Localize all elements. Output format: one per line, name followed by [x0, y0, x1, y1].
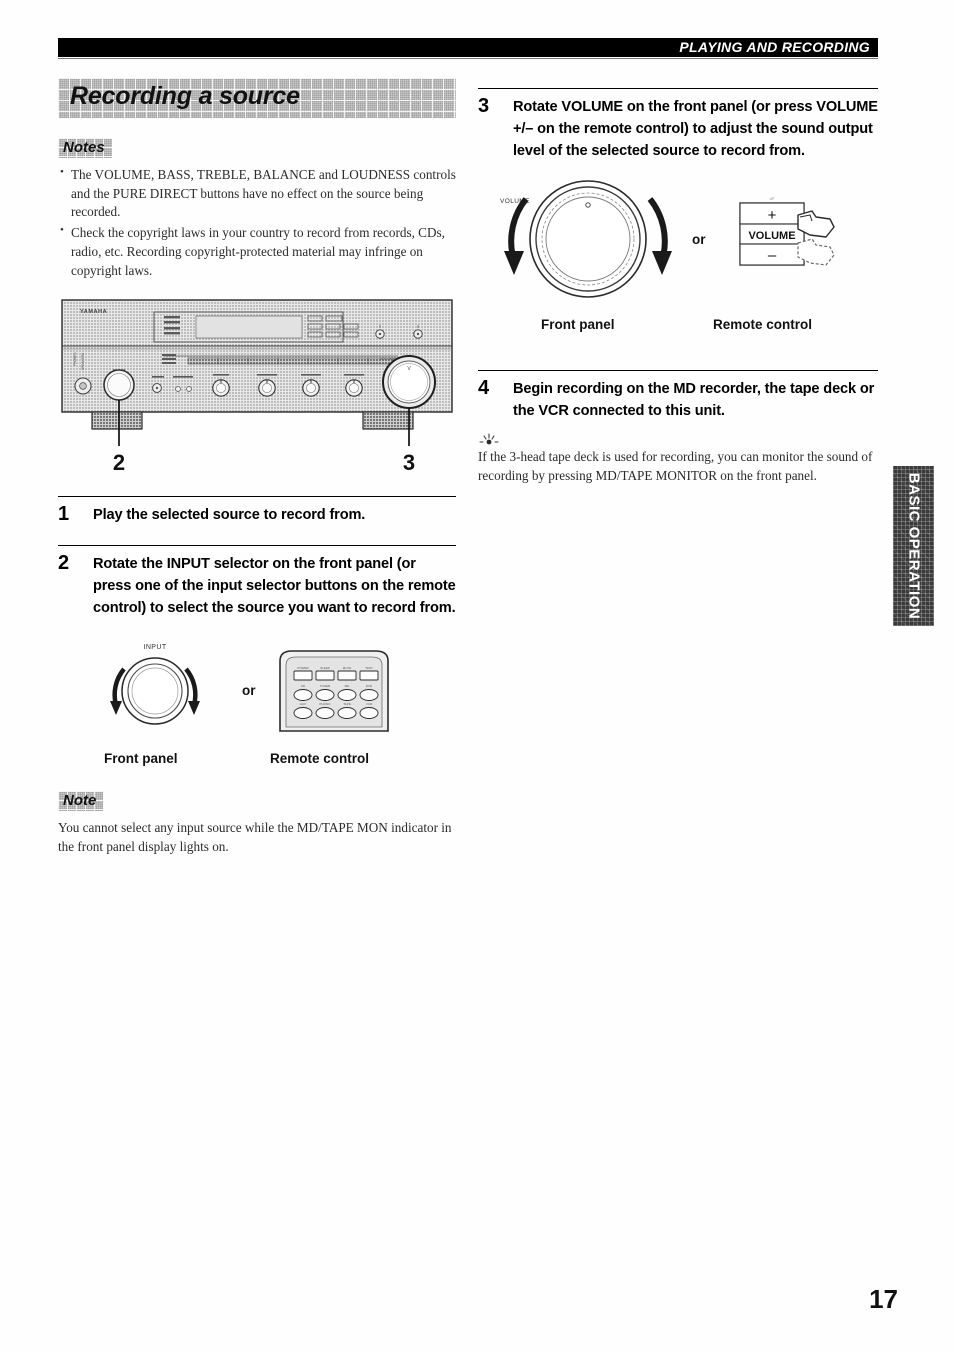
step-4-number: 4 — [478, 376, 490, 399]
input-figure-illustration: INPUT POWER SLEEP MUTE TEST CD TUNER MD … — [110, 644, 389, 732]
step-4-text: Begin recording on the MD recorder, the … — [513, 380, 875, 419]
receiver-callout-3: 3 — [403, 450, 415, 475]
svg-text:TAPE: TAPE — [343, 702, 351, 706]
remote-volume-label: VOLUME — [748, 230, 795, 242]
note-text: You cannot select any input source while… — [58, 820, 452, 854]
left-column: Recording a source Notes The VOLUME, BAS… — [58, 78, 456, 857]
input-caption-front-panel: Front panel — [104, 751, 178, 767]
remote-volume-plus: + — [768, 207, 777, 224]
volume-or-label: or — [692, 231, 706, 247]
svg-text:AUX: AUX — [300, 702, 306, 706]
svg-text:POWER: POWER — [297, 666, 309, 670]
input-selector-figure: INPUT POWER SLEEP MUTE TEST CD TUNER MD … — [58, 633, 456, 766]
receiver-illustration: YAMAHA PHONES SPEAKERS V VOLUME 2 3 — [61, 299, 453, 475]
svg-text:DVD: DVD — [366, 684, 373, 688]
step-2-number: 2 — [58, 551, 70, 574]
side-tab-basic-operation: BASIC OPERATION — [893, 466, 934, 626]
svg-text:YAMAHA: YAMAHA — [80, 309, 107, 315]
section-heading-text: Recording a source — [70, 82, 300, 110]
step-2: 2 Rotate the INPUT selector on the front… — [58, 544, 456, 620]
svg-text:VCR: VCR — [366, 702, 373, 706]
page-number: 17 — [869, 1284, 898, 1314]
step-3-number: 3 — [478, 95, 490, 117]
note-item: The VOLUME, BASS, TREBLE, BALANCE and LO… — [58, 165, 456, 222]
notes-label: Notes — [58, 138, 112, 158]
volume-figure-illustration: VOLUME + VOLUME – UP — [500, 179, 835, 298]
step-4: 4 Begin recording on the MD recorder, th… — [478, 369, 878, 422]
remote-volume-minus: – — [768, 247, 777, 264]
tip-text: If the 3-head tape deck is used for reco… — [478, 448, 873, 483]
volume-caption-front-panel: Front panel — [541, 316, 615, 332]
svg-text:SLEEP: SLEEP — [320, 666, 330, 670]
side-tab-label: BASIC OPERATION — [905, 472, 922, 620]
notes-block: Notes The VOLUME, BASS, TREBLE, BALANCE … — [58, 138, 456, 280]
step-1-number: 1 — [58, 503, 70, 526]
input-caption-remote-control: Remote control — [270, 751, 370, 767]
notes-list: The VOLUME, BASS, TREBLE, BALANCE and LO… — [58, 165, 456, 280]
note-label: Note — [58, 791, 103, 811]
header-rule — [58, 57, 878, 59]
svg-text:VOLUME: VOLUME — [380, 357, 396, 361]
input-knob-label: INPUT — [144, 644, 167, 651]
page-header-title: PLAYING AND RECORDING — [679, 39, 870, 55]
svg-text:PHONES: PHONES — [73, 353, 77, 366]
right-column: 3 Rotate VOLUME on the front panel (or p… — [478, 78, 878, 485]
svg-text:SPEAKERS: SPEAKERS — [81, 353, 85, 370]
tip-glyph-svg — [479, 433, 499, 445]
tip-sunburst-icon — [478, 432, 878, 446]
volume-caption-remote-control: Remote control — [713, 316, 813, 332]
svg-text:PHONO: PHONO — [319, 702, 331, 706]
note-block: Note You cannot select any input source … — [58, 791, 456, 856]
step-3: 3 Rotate VOLUME on the front panel (or p… — [478, 88, 878, 163]
svg-text:TUNER: TUNER — [320, 684, 331, 688]
volume-figure: VOLUME + VOLUME – UP or Front panel Remo… — [478, 177, 878, 332]
step-1: 1 Play the selected source to record fro… — [58, 496, 456, 526]
remote-volume-rocker: + VOLUME – UP — [739, 197, 835, 266]
svg-text:UP: UP — [770, 197, 776, 201]
remote-control-illustration: POWER SLEEP MUTE TEST CD TUNER MD DVD AU… — [279, 650, 389, 732]
document-page: PLAYING AND RECORDING Recording a source… — [0, 0, 954, 1353]
receiver-callout-2: 2 — [113, 450, 125, 475]
section-heading: Recording a source — [58, 78, 456, 118]
step-2-text: Rotate the INPUT selector on the front p… — [93, 555, 456, 616]
receiver-front-panel-figure: YAMAHA PHONES SPEAKERS V VOLUME 2 3 — [58, 296, 456, 476]
svg-text:TEST: TEST — [365, 666, 373, 670]
input-or-label: or — [242, 683, 256, 699]
page-header-bar: PLAYING AND RECORDING — [58, 38, 878, 57]
svg-text:MD: MD — [345, 684, 350, 688]
note-item: Check the copyright laws in your country… — [58, 223, 456, 280]
step-1-text: Play the selected source to record from. — [93, 507, 366, 524]
step-3-text: Rotate VOLUME on the front panel (or pre… — [513, 99, 878, 160]
tip-block: If the 3-head tape deck is used for reco… — [478, 432, 878, 485]
svg-text:MUTE: MUTE — [343, 666, 352, 670]
